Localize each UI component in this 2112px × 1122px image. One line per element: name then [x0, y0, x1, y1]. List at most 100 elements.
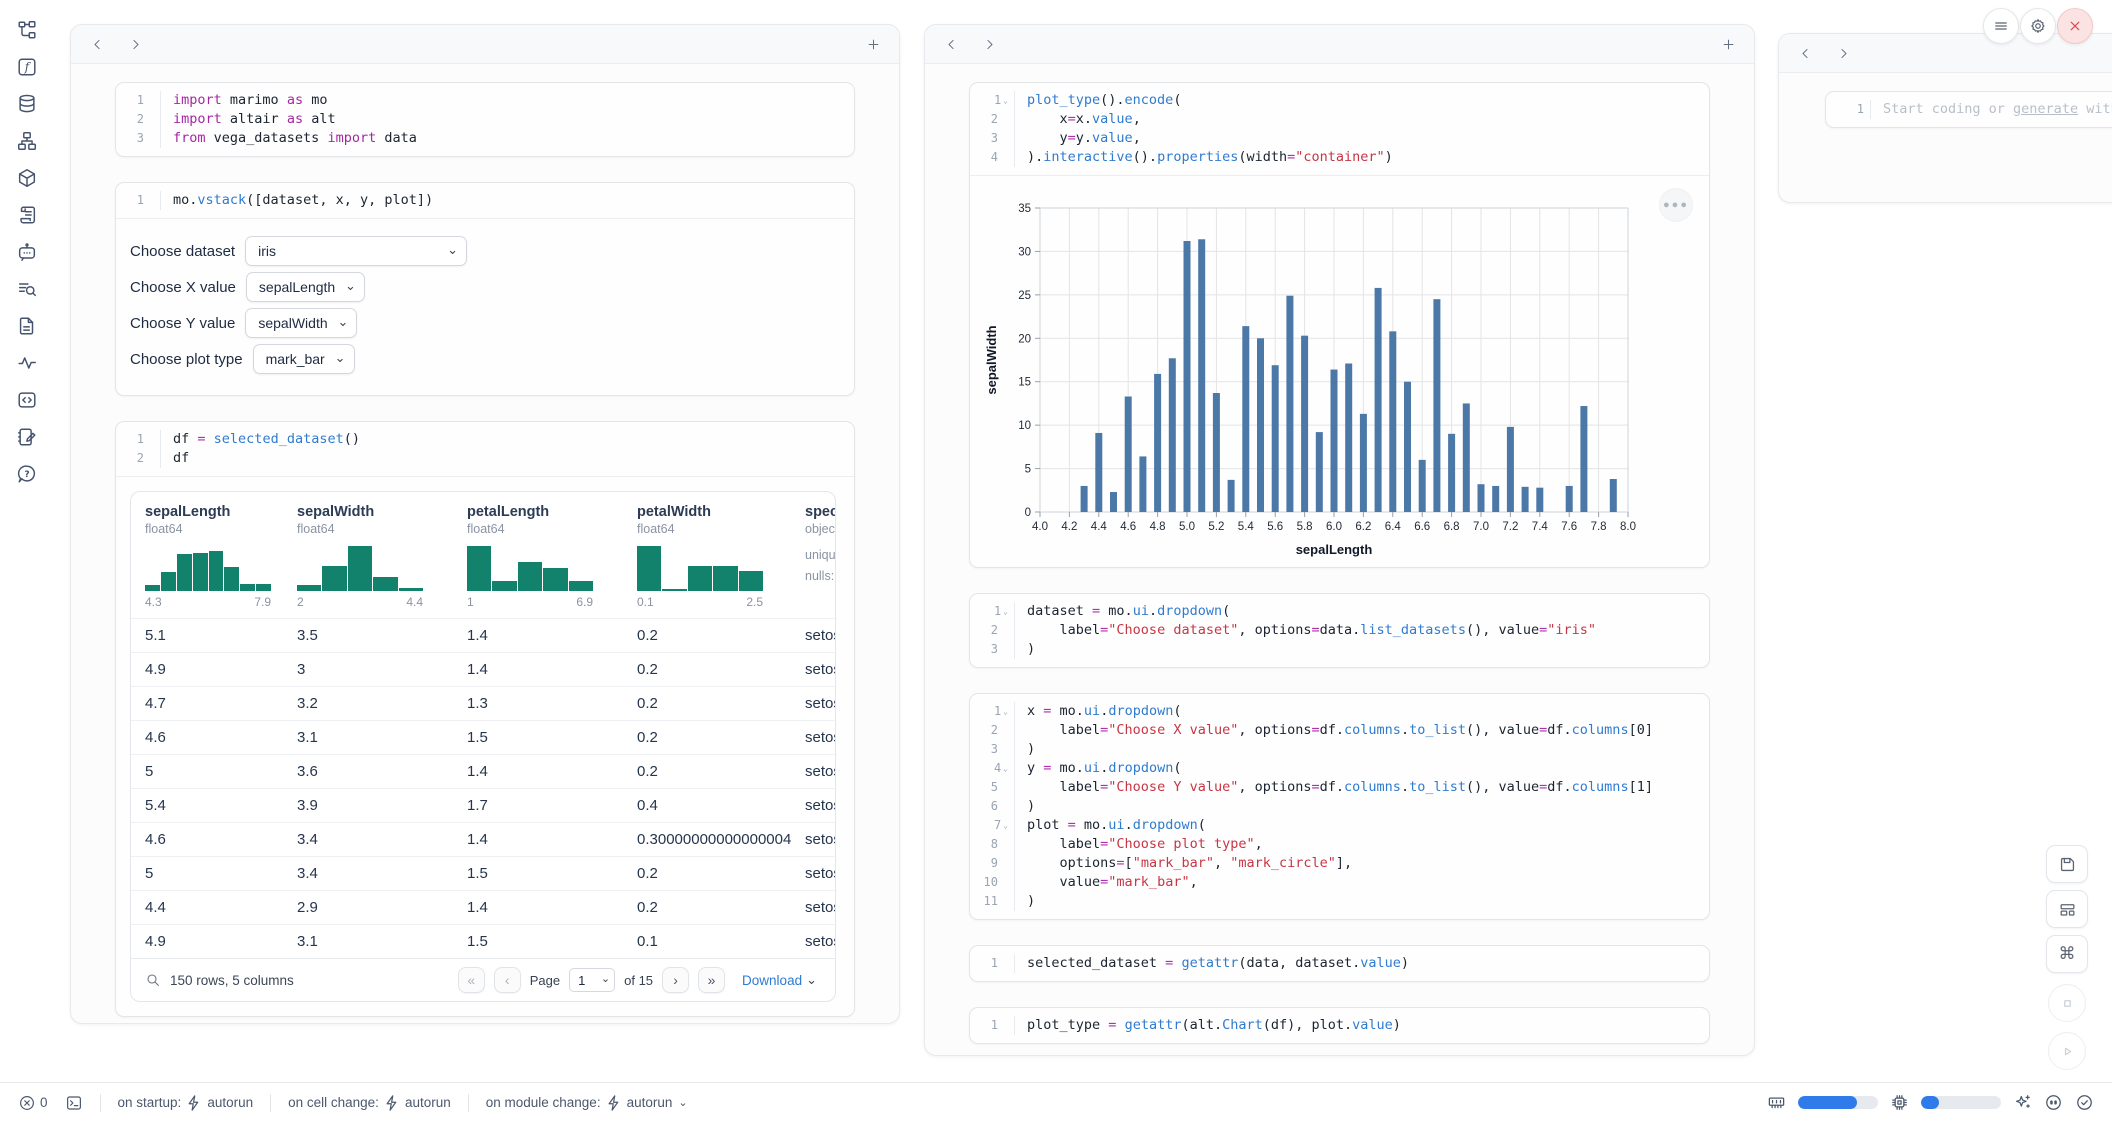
fold-chevron-icon[interactable]: ⌄ [1003, 816, 1008, 835]
page-of-label: of 15 [624, 973, 653, 988]
errors-button[interactable]: 0 [18, 1094, 48, 1112]
code-placeholder[interactable]: Start coding or generate with AI [1870, 100, 2112, 119]
add-cell-icon[interactable] [861, 32, 885, 56]
chevron-left-icon[interactable] [1793, 41, 1817, 65]
column-header[interactable]: petalWidthfloat640.12.5 [637, 504, 805, 609]
save-button[interactable] [2046, 845, 2088, 883]
dropdown-select[interactable]: sepalLength [246, 272, 365, 302]
activity-icon[interactable] [15, 351, 39, 375]
line-number: 8 [974, 835, 1014, 854]
line-number: 11 [974, 892, 1014, 911]
column-header[interactable]: sepalLengthfloat644.37.9 [145, 504, 297, 609]
on-startup-setting[interactable]: on startup: autorun [118, 1094, 254, 1112]
chevron-left-icon[interactable] [85, 32, 109, 56]
code-text[interactable]: plot_type().encode( [1014, 91, 1699, 110]
code-text[interactable]: dataset = mo.ui.dropdown( [1014, 602, 1699, 621]
code-text[interactable]: label="Choose plot type", [1014, 835, 1699, 854]
code-text[interactable]: mo.vstack([dataset, x, y, plot]) [160, 191, 844, 210]
list-search-icon[interactable] [15, 277, 39, 301]
svg-text:25: 25 [1018, 290, 1031, 302]
code-text[interactable]: import altair as alt [160, 110, 844, 129]
first-page-button[interactable]: « [458, 967, 485, 993]
fold-chevron-icon[interactable]: ⌄ [1003, 759, 1008, 778]
dropdown-select[interactable]: sepalWidth [245, 308, 357, 338]
fold-chevron-icon[interactable]: ⌄ [1003, 602, 1008, 621]
last-page-button[interactable]: » [698, 967, 725, 993]
code-text[interactable]: from vega_datasets import data [160, 129, 844, 148]
code-text[interactable]: plot = mo.ui.dropdown( [1014, 816, 1699, 835]
menu-button[interactable] [1983, 8, 2019, 44]
page-select[interactable]: 1 [569, 968, 615, 992]
help-icon[interactable]: ? [15, 462, 39, 486]
code-line: 1df = selected_dataset() [120, 430, 844, 449]
code-text[interactable]: y = mo.ui.dropdown( [1014, 759, 1699, 778]
column-header[interactable]: sepalWidthfloat6424.4 [297, 504, 467, 609]
chevron-right-icon[interactable] [1831, 41, 1855, 65]
code-snippet-icon[interactable] [15, 388, 39, 412]
empty-code-cell[interactable]: 1 Start coding or generate with AI [1825, 91, 2112, 128]
dropdown-select[interactable]: iris [245, 236, 467, 266]
code-text[interactable]: x = mo.ui.dropdown( [1014, 702, 1699, 721]
memory-icon [1767, 1093, 1786, 1112]
code-text[interactable]: label="Choose Y value", options=df.colum… [1014, 778, 1699, 797]
code-text[interactable]: x=x.value, [1014, 110, 1699, 129]
chevron-right-icon[interactable] [977, 32, 1001, 56]
dependency-graph-icon[interactable] [15, 129, 39, 153]
code-text[interactable]: ) [1014, 740, 1699, 759]
code-text[interactable]: selected_dataset = getattr(data, dataset… [1014, 954, 1699, 973]
chat-bot-icon[interactable] [15, 240, 39, 264]
code-text[interactable]: df = selected_dataset() [160, 430, 844, 449]
on-cell-change-setting[interactable]: on cell change: autorun [288, 1094, 451, 1112]
column-header[interactable]: speciesobjectunique:nulls: [805, 504, 836, 609]
code-text[interactable]: options=["mark_bar", "mark_circle"], [1014, 854, 1699, 873]
run-button[interactable] [2048, 1032, 2086, 1070]
column-header[interactable]: petalLengthfloat6416.9 [467, 504, 637, 609]
code-text[interactable]: ).interactive().properties(width="contai… [1014, 148, 1699, 167]
package-icon[interactable] [15, 166, 39, 190]
dropdown-select[interactable]: mark_bar [253, 344, 355, 374]
code-text[interactable]: plot_type = getattr(alt.Chart(df), plot.… [1014, 1016, 1699, 1035]
code-text[interactable]: label="Choose dataset", options=data.lis… [1014, 621, 1699, 640]
scratchpad-icon[interactable] [15, 425, 39, 449]
document-icon[interactable] [15, 314, 39, 338]
column-histogram [145, 545, 271, 591]
function-square-icon[interactable]: f [15, 55, 39, 79]
command-palette-button[interactable]: ⌘ [2046, 935, 2088, 973]
file-tree-icon[interactable] [15, 18, 39, 42]
search-icon[interactable] [145, 972, 161, 988]
ai-sparkles-button[interactable] [2013, 1093, 2032, 1112]
dropdown-wrap: iris⌄ [245, 236, 467, 266]
table-row: 4.93.11.50.1setosa [131, 924, 835, 958]
chevron-right-icon[interactable] [123, 32, 147, 56]
table-cell: setosa [805, 831, 836, 848]
code-text[interactable]: import marimo as mo [160, 91, 844, 110]
code-text[interactable]: ) [1014, 797, 1699, 816]
settings-gear-button[interactable] [2020, 8, 2056, 44]
next-page-button[interactable]: › [662, 967, 689, 993]
add-cell-icon[interactable] [1716, 32, 1740, 56]
bar-chart[interactable]: 4.04.24.44.64.85.05.25.45.65.86.06.26.46… [982, 186, 1697, 563]
connection-status-button[interactable] [2075, 1093, 2094, 1112]
code-text[interactable]: ) [1014, 892, 1699, 911]
scroll-icon[interactable] [15, 203, 39, 227]
close-button[interactable] [2057, 8, 2093, 44]
code-text[interactable]: df [160, 449, 844, 468]
code-text[interactable]: y=y.value, [1014, 129, 1699, 148]
stop-button[interactable] [2048, 984, 2086, 1022]
code-text[interactable]: value="mark_bar", [1014, 873, 1699, 892]
line-number: 2 [120, 110, 160, 129]
chart-menu-button[interactable]: ●●● [1659, 188, 1693, 222]
database-icon[interactable] [15, 92, 39, 116]
terminal-button[interactable] [65, 1094, 83, 1112]
chevron-left-icon[interactable] [939, 32, 963, 56]
download-button[interactable]: Download⌄ [736, 971, 823, 989]
fold-chevron-icon[interactable]: ⌄ [1003, 702, 1008, 721]
code-text[interactable]: ) [1014, 640, 1699, 659]
layout-button[interactable] [2046, 890, 2088, 928]
on-module-change-setting[interactable]: on module change: autorun ⌄ [486, 1094, 688, 1112]
copilot-button[interactable] [2044, 1093, 2063, 1112]
prev-page-button[interactable]: ‹ [494, 967, 521, 993]
generate-link[interactable]: generate [2013, 101, 2078, 117]
code-text[interactable]: label="Choose X value", options=df.colum… [1014, 721, 1699, 740]
fold-chevron-icon[interactable]: ⌄ [1003, 91, 1008, 110]
